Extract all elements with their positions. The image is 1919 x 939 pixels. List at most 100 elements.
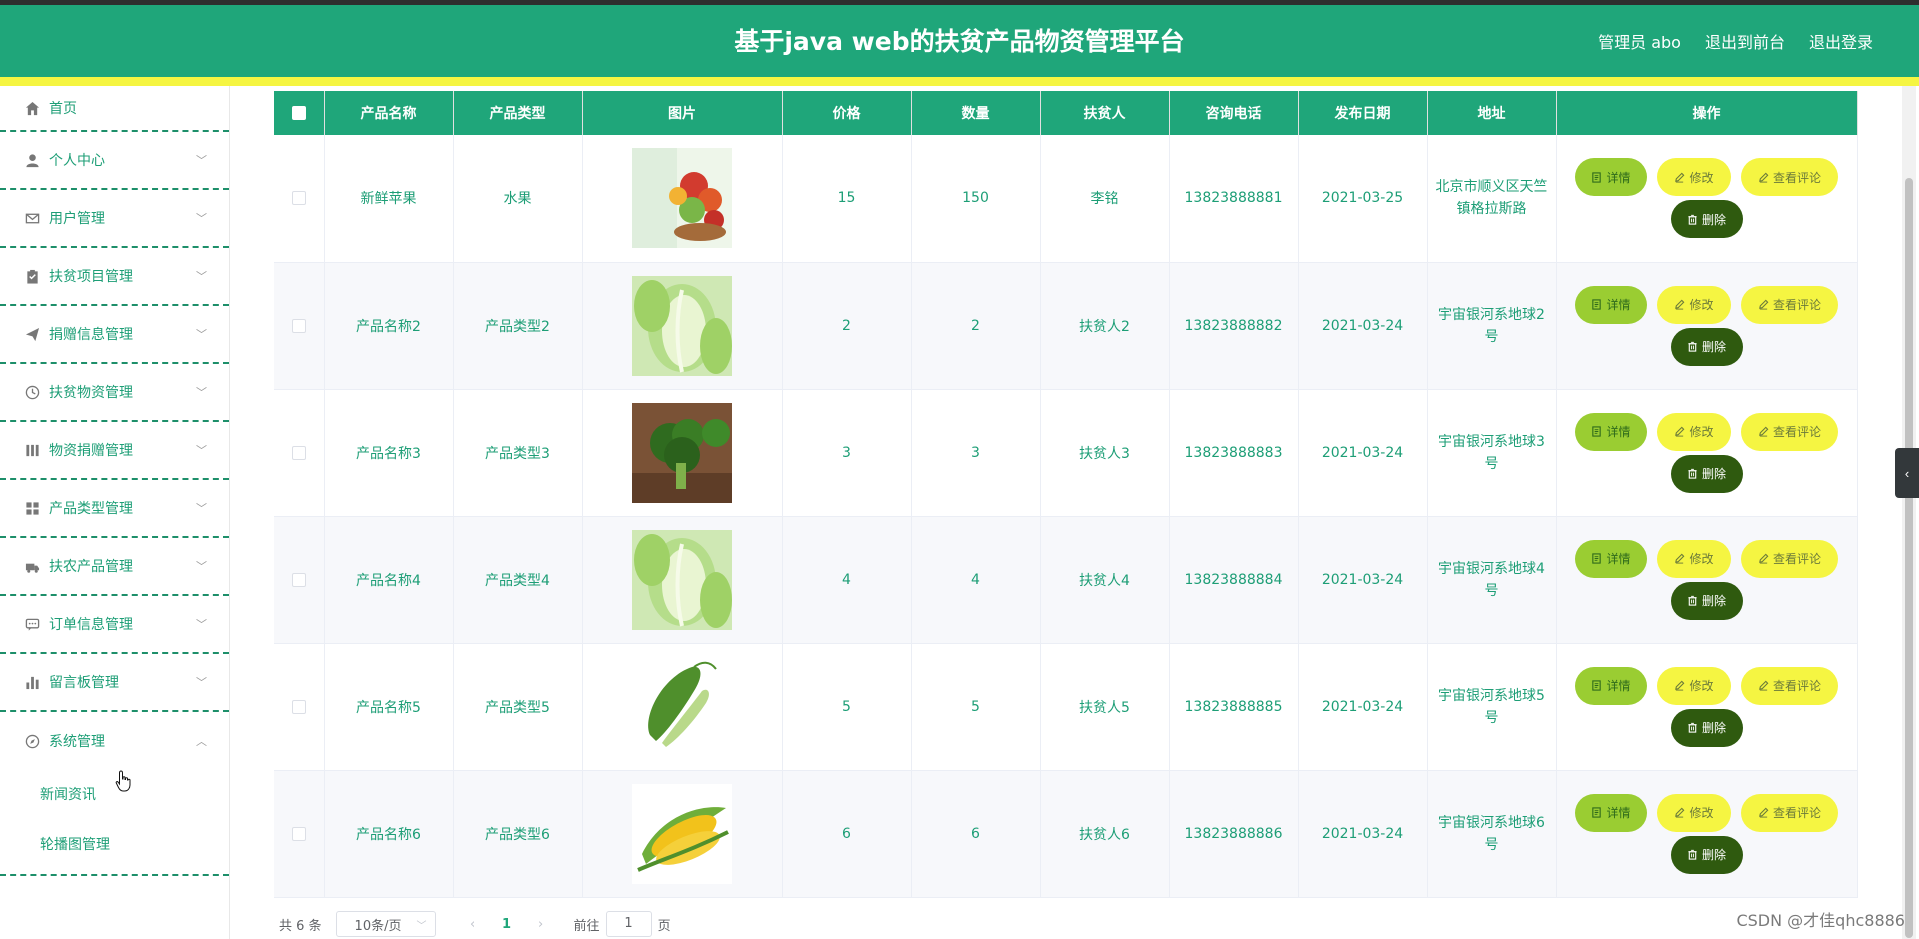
cell-quantity: 5: [911, 643, 1041, 771]
column-header[interactable]: 地址: [1427, 91, 1557, 135]
column-header[interactable]: 扶贫人: [1040, 91, 1170, 135]
row-checkbox[interactable]: [291, 826, 306, 841]
sidebar-item-project-management[interactable]: 扶贫项目管理 ﹀: [0, 248, 229, 306]
view-comments-button[interactable]: 查看评论: [1741, 412, 1838, 451]
cell-address: 宇宙银河系地球4号: [1427, 516, 1557, 644]
prev-page-button[interactable]: ‹: [458, 917, 488, 932]
detail-button[interactable]: 详情: [1575, 158, 1647, 197]
sidebar-item-home[interactable]: 首页: [0, 86, 229, 132]
column-header[interactable]: 数量: [911, 91, 1041, 135]
edit-button[interactable]: 修改: [1657, 412, 1731, 451]
product-image[interactable]: [632, 275, 732, 376]
product-image[interactable]: [632, 529, 732, 630]
goto-page-input[interactable]: 1: [605, 911, 652, 937]
cell-product-type: 产品类型6: [453, 770, 583, 898]
trash-icon: [1687, 341, 1698, 352]
delete-button[interactable]: 删除: [1670, 581, 1743, 620]
cell-product-image: [582, 516, 783, 644]
view-comments-button[interactable]: 查看评论: [1741, 539, 1838, 578]
delete-button[interactable]: 删除: [1670, 200, 1743, 239]
column-header[interactable]: 发布日期: [1298, 91, 1428, 135]
delete-button[interactable]: 删除: [1670, 327, 1743, 366]
sidebar-item-message-board[interactable]: 留言板管理 ﹀: [0, 654, 229, 712]
table-row: 产品名称6 产品类型6 6 6 扶贫人6 13823888886 2021-03-24 宇宙银…: [274, 770, 1858, 898]
view-comments-button[interactable]: 查看评论: [1741, 285, 1838, 324]
exit-to-front-link[interactable]: 退出到前台: [1705, 29, 1785, 53]
scrollbar-thumb[interactable]: [1905, 178, 1913, 938]
view-comments-button[interactable]: 查看评论: [1741, 793, 1838, 832]
cell-quantity: 4: [911, 516, 1041, 644]
edit-button-label: 修改: [1689, 170, 1714, 185]
detail-button[interactable]: 详情: [1575, 539, 1647, 578]
column-header[interactable]: 价格: [782, 91, 912, 135]
sidebar-item-label: 个人中心: [49, 153, 105, 169]
detail-button-label: 详情: [1606, 552, 1631, 566]
sidebar-item-supplies-donation[interactable]: 物资捐赠管理 ﹀: [0, 422, 229, 480]
column-header[interactable]: 咨询电话: [1169, 91, 1299, 135]
detail-button[interactable]: 详情: [1575, 793, 1647, 832]
product-image[interactable]: [632, 783, 732, 884]
detail-button-label: 详情: [1606, 806, 1631, 820]
select-all-checkbox[interactable]: [291, 106, 306, 120]
cell-price: 15: [782, 135, 912, 263]
sidebar-item-system-management[interactable]: 系统管理 ︿: [0, 712, 229, 770]
row-checkbox[interactable]: [291, 572, 306, 587]
row-checkbox[interactable]: [291, 445, 306, 460]
product-image[interactable]: [632, 148, 732, 249]
row-checkbox[interactable]: [291, 318, 306, 333]
page-scrollbar[interactable]: [1902, 86, 1916, 939]
mail-icon: [24, 210, 41, 227]
row-checkbox[interactable]: [291, 191, 306, 206]
sidebar-item-farm-products[interactable]: 扶农产品管理 ﹀: [0, 538, 229, 596]
sidebar-item-donation-info[interactable]: 捐赠信息管理 ﹀: [0, 306, 229, 364]
next-page-button[interactable]: ›: [526, 917, 556, 932]
logout-link[interactable]: 退出登录: [1809, 29, 1873, 53]
view-comments-button[interactable]: 查看评论: [1741, 666, 1838, 705]
sidebar-item-user-management[interactable]: 用户管理 ﹀: [0, 190, 229, 248]
page-size-select[interactable]: 10条/页 ﹀: [335, 911, 436, 937]
chevron-down-icon: ﹀: [196, 386, 207, 399]
cell-date: 2021-03-24: [1298, 770, 1428, 898]
watermark: CSDN @才佳qhc8886: [1736, 911, 1905, 930]
detail-button[interactable]: 详情: [1575, 412, 1647, 451]
send-icon: [24, 326, 41, 343]
row-select-cell: [274, 389, 325, 517]
product-image[interactable]: [632, 402, 732, 503]
delete-button[interactable]: 删除: [1670, 835, 1743, 874]
detail-button[interactable]: 详情: [1575, 666, 1647, 705]
edit-button[interactable]: 修改: [1657, 793, 1731, 832]
document-icon: [1591, 299, 1602, 310]
cell-price: 4: [782, 516, 912, 644]
sidebar-item-supplies-management[interactable]: 扶贫物资管理 ﹀: [0, 364, 229, 422]
cell-address: 宇宙银河系地球6号: [1427, 770, 1557, 898]
sidebar-item-order-info[interactable]: 订单信息管理 ﹀: [0, 596, 229, 654]
product-image[interactable]: [632, 656, 732, 757]
delete-button[interactable]: 删除: [1670, 708, 1743, 747]
side-drawer-toggle[interactable]: ‹: [1895, 448, 1919, 498]
submenu-item-carousel[interactable]: 轮播图管理: [0, 820, 229, 870]
cell-phone: 13823888886: [1169, 770, 1299, 898]
cell-phone: 13823888882: [1169, 262, 1299, 390]
column-header[interactable]: 产品类型: [453, 91, 583, 135]
pencil-icon: [1758, 426, 1769, 437]
row-checkbox[interactable]: [291, 699, 306, 714]
sidebar-item-personal-center[interactable]: 个人中心 ﹀: [0, 132, 229, 190]
page-number-current[interactable]: 1: [488, 917, 526, 932]
chevron-down-icon: ﹀: [196, 618, 207, 631]
view-comments-button[interactable]: 查看评论: [1741, 158, 1838, 197]
chevron-down-icon: ﹀: [416, 920, 427, 932]
delete-button-label: 删除: [1701, 594, 1726, 608]
cell-quantity: 2: [911, 262, 1041, 390]
view-comments-label: 查看评论: [1772, 170, 1821, 185]
edit-button[interactable]: 修改: [1657, 158, 1731, 197]
edit-button[interactable]: 修改: [1657, 666, 1731, 705]
delete-button[interactable]: 删除: [1670, 454, 1743, 493]
edit-button[interactable]: 修改: [1657, 285, 1731, 324]
column-header[interactable]: 产品名称: [324, 91, 454, 135]
chevron-down-icon: ﹀: [196, 502, 207, 515]
edit-button[interactable]: 修改: [1657, 539, 1731, 578]
cell-poverty-helper: 扶贫人6: [1040, 770, 1170, 898]
pencil-icon: [1674, 807, 1685, 818]
detail-button[interactable]: 详情: [1575, 285, 1647, 324]
sidebar-item-product-type[interactable]: 产品类型管理 ﹀: [0, 480, 229, 538]
